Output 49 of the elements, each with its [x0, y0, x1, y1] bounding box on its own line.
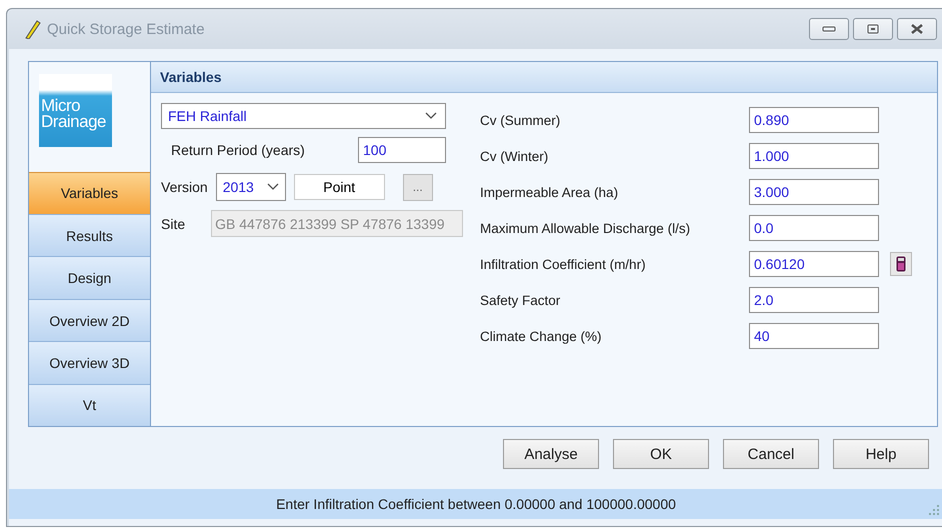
field-label: Site: [161, 216, 186, 232]
field-label: Cv (Summer): [480, 112, 562, 128]
field-label: Safety Factor: [480, 292, 562, 308]
field-label: Infiltration Coefficient (m/hr): [480, 256, 647, 272]
nav-tab[interactable]: Variables: [29, 172, 150, 214]
field-label: Impermeable Area (ha): [480, 184, 620, 200]
nav-tab[interactable]: Vt: [29, 384, 150, 426]
value-field[interactable]: 1.000: [749, 143, 879, 169]
return-period-field[interactable]: 100: [358, 137, 446, 163]
resize-grip-icon[interactable]: [929, 505, 939, 515]
version-dropdown[interactable]: 2013: [216, 173, 286, 201]
dialog-button[interactable]: Help: [833, 439, 929, 469]
pencil-icon: [23, 19, 41, 39]
rainfall-dropdown[interactable]: FEH Rainfall: [161, 103, 446, 129]
close-icon: [910, 23, 924, 35]
restore-icon: [867, 24, 879, 34]
value-field[interactable]: 0.60120: [749, 251, 879, 277]
value-field[interactable]: 2.0: [749, 287, 879, 313]
field-label: Maximum Allowable Discharge (l/s): [480, 220, 692, 236]
nav-tab[interactable]: Results: [29, 214, 150, 256]
point-button[interactable]: Point: [294, 174, 385, 200]
dialog-button[interactable]: OK: [613, 439, 709, 469]
nav-tab[interactable]: Design: [29, 256, 150, 299]
dialog-button[interactable]: Cancel: [723, 439, 819, 469]
value-field[interactable]: 3.000: [749, 179, 879, 205]
field-label: Cv (Winter): [480, 148, 550, 164]
logo: Micro Drainage: [39, 74, 112, 147]
value-field[interactable]: 0.890: [749, 107, 879, 133]
value-field[interactable]: 40: [749, 323, 879, 349]
field-label: Climate Change (%): [480, 328, 603, 344]
minimize-button[interactable]: [809, 18, 849, 40]
nav-tab[interactable]: Overview 2D: [29, 298, 150, 342]
nav-tab[interactable]: Overview 3D: [29, 341, 150, 384]
status-text: Enter Infiltration Coefficient between 0.00000 and 100000.00000: [276, 496, 676, 512]
chevron-down-icon: [425, 112, 437, 120]
field-label: Return Period (years): [171, 142, 306, 158]
close-button[interactable]: [897, 18, 937, 40]
browse-button[interactable]: ...: [402, 174, 433, 200]
dialog-button[interactable]: Analyse: [503, 439, 599, 469]
panel-header: Variables: [151, 62, 937, 93]
window-title: Quick Storage Estimate: [47, 20, 205, 38]
field-label: Version: [161, 179, 208, 195]
site-field: GB 447876 213399 SP 47876 13399: [211, 210, 464, 237]
minimize-icon: [822, 26, 836, 32]
chevron-down-icon: [266, 183, 279, 191]
calculator-button[interactable]: [890, 252, 912, 276]
restore-button[interactable]: [853, 18, 893, 40]
calculator-icon: [896, 256, 906, 272]
value-field[interactable]: 0.0: [749, 215, 879, 241]
